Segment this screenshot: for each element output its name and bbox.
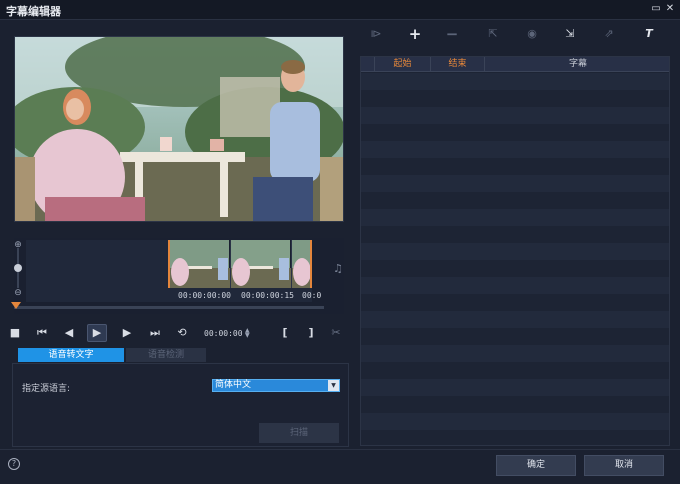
merge-subtitle-icon[interactable]: ⇲ (561, 26, 579, 42)
column-header-select (361, 57, 375, 72)
table-row[interactable] (361, 328, 669, 345)
ok-button[interactable]: 确定 (496, 455, 576, 476)
clip-thumbnail (292, 240, 310, 288)
play-button[interactable]: ▶ (87, 324, 107, 342)
table-row[interactable] (361, 209, 669, 226)
help-icon[interactable]: ? (8, 458, 20, 470)
table-row[interactable] (361, 124, 669, 141)
clip-thumbnail (231, 240, 291, 288)
table-row[interactable] (361, 413, 669, 430)
source-language-select[interactable]: 简体中文 ▼ (212, 379, 340, 392)
mark-in-button[interactable]: [ (276, 325, 294, 341)
playhead-marker[interactable] (11, 302, 21, 309)
chevron-down-icon[interactable]: ▼ (328, 380, 339, 391)
next-frame-icon[interactable]: ▶ (118, 325, 136, 341)
cancel-button[interactable]: 取消 (584, 455, 664, 476)
previous-frame-icon[interactable]: ◀ (60, 325, 78, 341)
timeline-timecode: 00:00:00:00 (178, 291, 231, 300)
current-timecode[interactable]: 00:00:00 (204, 329, 243, 338)
table-row[interactable] (361, 226, 669, 243)
table-row[interactable] (361, 430, 669, 445)
timeline-timecode: 00:00:00:15 (241, 291, 294, 300)
clip-thumbnail (170, 240, 230, 288)
video-clip-thumbnails[interactable] (168, 240, 312, 288)
column-header-end[interactable]: 结束 (431, 57, 485, 72)
source-language-value: 简体中文 (215, 380, 252, 390)
zoom-slider-handle[interactable] (14, 264, 22, 272)
table-row[interactable] (361, 175, 669, 192)
mark-out-button[interactable]: ] (302, 325, 320, 341)
table-row[interactable] (361, 379, 669, 396)
add-subtitle-icon[interactable]: + (406, 26, 424, 42)
source-language-label: 指定源语言: (22, 384, 71, 394)
timecode-spinner[interactable]: ▲ ▼ (245, 328, 250, 339)
footer-bar (0, 449, 680, 484)
restore-icon[interactable]: ▭ (650, 3, 662, 15)
table-row[interactable] (361, 158, 669, 175)
cut-icon[interactable]: ✂ (327, 325, 345, 341)
column-header-start[interactable]: 起始 (375, 57, 431, 72)
table-row[interactable] (361, 192, 669, 209)
subtitle-grid[interactable]: 起始 结束 字幕 (360, 56, 670, 446)
table-row[interactable] (361, 90, 669, 107)
table-row[interactable] (361, 311, 669, 328)
video-preview (14, 36, 344, 222)
detect-speech-icon[interactable]: ◉ (523, 26, 541, 42)
table-row[interactable] (361, 362, 669, 379)
table-row[interactable] (361, 73, 669, 90)
close-icon[interactable]: ✕ (664, 3, 676, 15)
loop-icon[interactable]: ⟲ (173, 325, 191, 341)
remove-subtitle-icon[interactable]: − (443, 26, 461, 42)
go-to-start-icon[interactable]: ⏮ (33, 325, 51, 341)
zoom-out-icon[interactable]: ⊖ (13, 288, 23, 298)
text-style-icon[interactable]: T (640, 26, 658, 42)
stop-icon[interactable]: ■ (6, 325, 24, 341)
table-row[interactable] (361, 107, 669, 124)
import-subtitle-icon[interactable]: ⇱ (484, 26, 502, 42)
table-row[interactable] (361, 294, 669, 311)
subtitle-grid-header: 起始 结束 字幕 (361, 57, 669, 72)
tab-speech-to-text[interactable]: 语音转文字 (18, 348, 124, 362)
column-header-subtitle[interactable]: 字幕 (485, 57, 669, 72)
scan-button[interactable]: 扫描 (259, 423, 339, 443)
table-row[interactable] (361, 345, 669, 362)
table-row[interactable] (361, 260, 669, 277)
export-subtitle-icon[interactable]: ⇗ (600, 26, 618, 42)
title-bar: 字幕编辑器 ▭ ✕ (0, 0, 680, 20)
timeline-timecode: 00:0 (302, 291, 322, 300)
scrub-bar[interactable] (14, 306, 324, 309)
tab-speech-detection[interactable]: 语音检测 (126, 348, 206, 362)
insert-subtitle-icon[interactable]: ⧐ (367, 26, 385, 42)
audio-track-icon[interactable]: ♫ (333, 262, 343, 275)
table-row[interactable] (361, 396, 669, 413)
go-to-end-icon[interactable]: ⏭ (146, 325, 164, 341)
window-title: 字幕编辑器 (6, 5, 61, 18)
table-row[interactable] (361, 243, 669, 260)
table-row[interactable] (361, 277, 669, 294)
table-row[interactable] (361, 141, 669, 158)
